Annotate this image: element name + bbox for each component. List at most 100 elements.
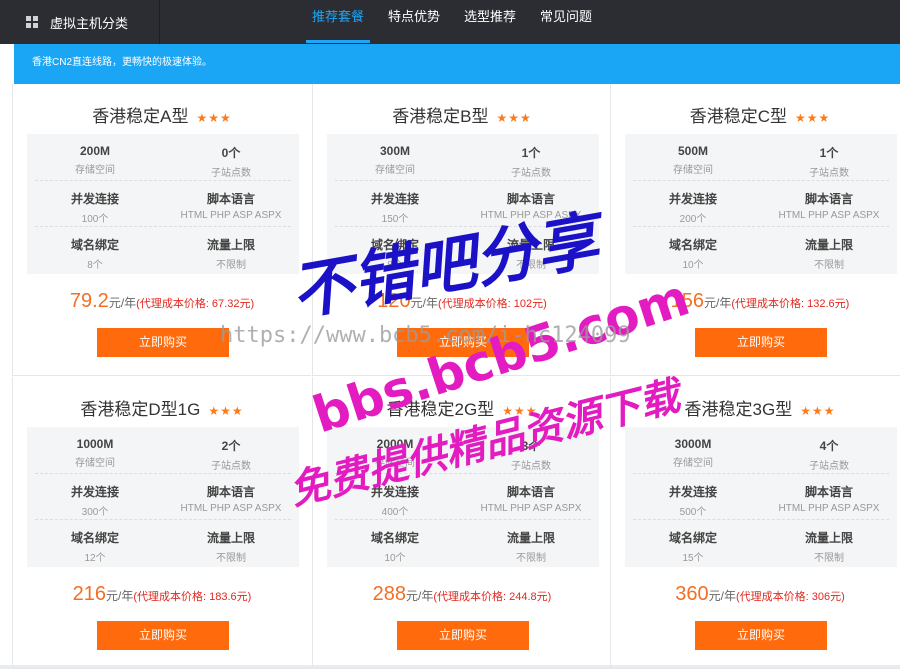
plan-title: 香港稳定A型 ★★★ [13, 102, 311, 127]
spec-value: 3000M [674, 437, 712, 451]
spec-value: 并发连接 [70, 192, 119, 206]
spec-label: 子站点数 [511, 461, 551, 472]
spec-value: 域名绑定 [370, 238, 419, 252]
spec-cell: 并发连接 150个 [327, 180, 463, 226]
spec-table: 200M 存储空间 0个 子站点数 并发连接 100个 脚本语言 HTML PHP ASP A… [27, 134, 299, 274]
price-value: 360 [675, 583, 709, 605]
spec-label: 不限制 [216, 553, 246, 564]
price-unit: 元/年 [106, 589, 134, 603]
spec-label: 存储空间 [375, 458, 415, 469]
spec-label: HTML PHP ASP ASPX [480, 210, 582, 221]
spec-cell: 并发连接 100个 [27, 180, 163, 226]
spec-table: 1000M 存储空间 2个 子站点数 并发连接 300个 脚本语言 HTML PHP ASP … [27, 427, 299, 567]
spec-cell: 2000M 存储空间 [327, 427, 463, 473]
plan-card: 香港稳定3G型 ★★★ 3000M 存储空间 4个 子站点数 并发连接 500个 脚本语言 HTM… [610, 377, 900, 669]
spec-cell: 域名绑定 10个 [327, 519, 463, 565]
spec-label: HTML PHP ASP ASPX [480, 503, 582, 514]
price-row: 156元/年(代理成本价格: 132.6元) [611, 290, 900, 313]
rating-stars-icon: ★★★ [496, 111, 532, 125]
spec-label: HTML PHP ASP ASPX [778, 210, 880, 221]
spec-value: 1个 [819, 146, 839, 160]
spec-label: 存储空间 [375, 165, 415, 176]
buy-now-button[interactable]: 立即购买 [97, 328, 229, 357]
spec-label: 不限制 [814, 260, 844, 271]
spec-cell: 0个 子站点数 [163, 134, 299, 180]
promo-banner: 香港CN2直连线路，更畅快的极速体验。 [14, 44, 900, 84]
plan-card: 香港稳定D型1G ★★★ 1000M 存储空间 2个 子站点数 并发连接 300个 脚本语言 HT… [12, 377, 311, 669]
spec-value: 1000M [76, 437, 114, 451]
plan-name: 香港稳定2G型 [386, 400, 495, 419]
tab-faq[interactable]: 常见问题 [528, 0, 604, 44]
price-unit: 元/年 [108, 296, 137, 310]
spec-cell: 并发连接 300个 [27, 473, 163, 519]
price-value: 120 [377, 290, 411, 312]
spec-value: 域名绑定 [668, 531, 717, 545]
spec-cell: 流量上限 不限制 [761, 226, 897, 272]
spec-value: 500M [677, 144, 709, 158]
spec-cell: 流量上限 不限制 [463, 226, 599, 272]
price-unit: 元/年 [406, 589, 434, 603]
buy-now-button[interactable]: 立即购买 [397, 328, 529, 357]
price-value: 288 [372, 583, 407, 605]
spec-label: 8个 [87, 260, 103, 271]
spec-value: 脚本语言 [804, 192, 853, 206]
spec-value: 并发连接 [370, 485, 419, 499]
spec-label: 100个 [81, 214, 109, 225]
category-label: 虚拟主机分类 [50, 15, 129, 31]
rating-stars-icon: ★★★ [208, 404, 244, 418]
spec-value: 流量上限 [206, 531, 255, 545]
spec-cell: 2个 子站点数 [163, 427, 299, 473]
tab-features[interactable]: 特点优势 [376, 0, 452, 44]
spec-cell: 200M 存储空间 [27, 134, 163, 180]
spec-label: HTML PHP ASP ASPX [778, 503, 880, 514]
tab-recommended[interactable]: 推荐套餐 [300, 0, 376, 44]
spec-value: 流量上限 [506, 531, 555, 545]
agent-price: (代理成本价格: 183.6元) [133, 591, 252, 603]
spec-label: 存储空间 [75, 458, 115, 469]
spec-label: 不限制 [216, 260, 246, 271]
spec-label: 12个 [84, 553, 106, 564]
spec-cell: 3个 子站点数 [463, 427, 599, 473]
spec-value: 流量上限 [506, 238, 555, 252]
spec-value: 域名绑定 [70, 238, 119, 252]
tab-selection[interactable]: 选型推荐 [452, 0, 528, 44]
spec-value: 并发连接 [70, 485, 119, 499]
spec-value: 域名绑定 [370, 531, 419, 545]
plan-card: 香港稳定A型 ★★★ 200M 存储空间 0个 子站点数 并发连接 100个 脚本语言 HTML … [12, 84, 311, 376]
plan-title: 香港稳定C型 ★★★ [611, 102, 900, 127]
buy-now-button[interactable]: 立即购买 [97, 621, 229, 650]
spec-table: 3000M 存储空间 4个 子站点数 并发连接 500个 脚本语言 HTML PHP ASP … [625, 427, 897, 567]
spec-value: 脚本语言 [804, 485, 853, 499]
buy-now-button[interactable]: 立即购买 [397, 621, 529, 650]
plan-card: 香港稳定2G型 ★★★ 2000M 存储空间 3个 子站点数 并发连接 400个 脚本语言 HTM… [312, 377, 611, 669]
spec-cell: 流量上限 不限制 [163, 519, 299, 565]
buy-now-button[interactable]: 立即购买 [695, 328, 827, 357]
promo-banner-text: 香港CN2直连线路，更畅快的极速体验。 [32, 57, 213, 68]
spec-label: 不限制 [814, 553, 844, 564]
category-menu[interactable]: 虚拟主机分类 [0, 0, 160, 44]
spec-cell: 脚本语言 HTML PHP ASP ASPX [761, 473, 897, 519]
spec-label: 子站点数 [809, 168, 849, 179]
spec-cell: 并发连接 500个 [625, 473, 761, 519]
spec-value: 流量上限 [804, 238, 853, 252]
price-unit: 元/年 [708, 589, 736, 603]
spec-label: 子站点数 [211, 461, 251, 472]
spec-label: 300个 [81, 507, 109, 518]
spec-label: 子站点数 [511, 168, 551, 179]
spec-label: 不限制 [516, 553, 546, 564]
spec-cell: 域名绑定 12个 [27, 519, 163, 565]
spec-label: 15个 [682, 553, 704, 564]
spec-cell: 并发连接 400个 [327, 473, 463, 519]
agent-price: (代理成本价格: 132.6元) [731, 298, 850, 310]
plan-title: 香港稳定D型1G ★★★ [13, 395, 311, 420]
spec-label: 500个 [679, 507, 707, 518]
buy-now-button[interactable]: 立即购买 [695, 621, 827, 650]
spec-label: 子站点数 [809, 461, 849, 472]
spec-table: 2000M 存储空间 3个 子站点数 并发连接 400个 脚本语言 HTML PHP ASP … [327, 427, 599, 567]
spec-value: 并发连接 [668, 192, 717, 206]
spec-cell: 并发连接 200个 [625, 180, 761, 226]
spec-value: 域名绑定 [668, 238, 717, 252]
rating-stars-icon: ★★★ [502, 404, 538, 418]
spec-label: 200个 [679, 214, 707, 225]
plan-title: 香港稳定B型 ★★★ [313, 102, 611, 127]
